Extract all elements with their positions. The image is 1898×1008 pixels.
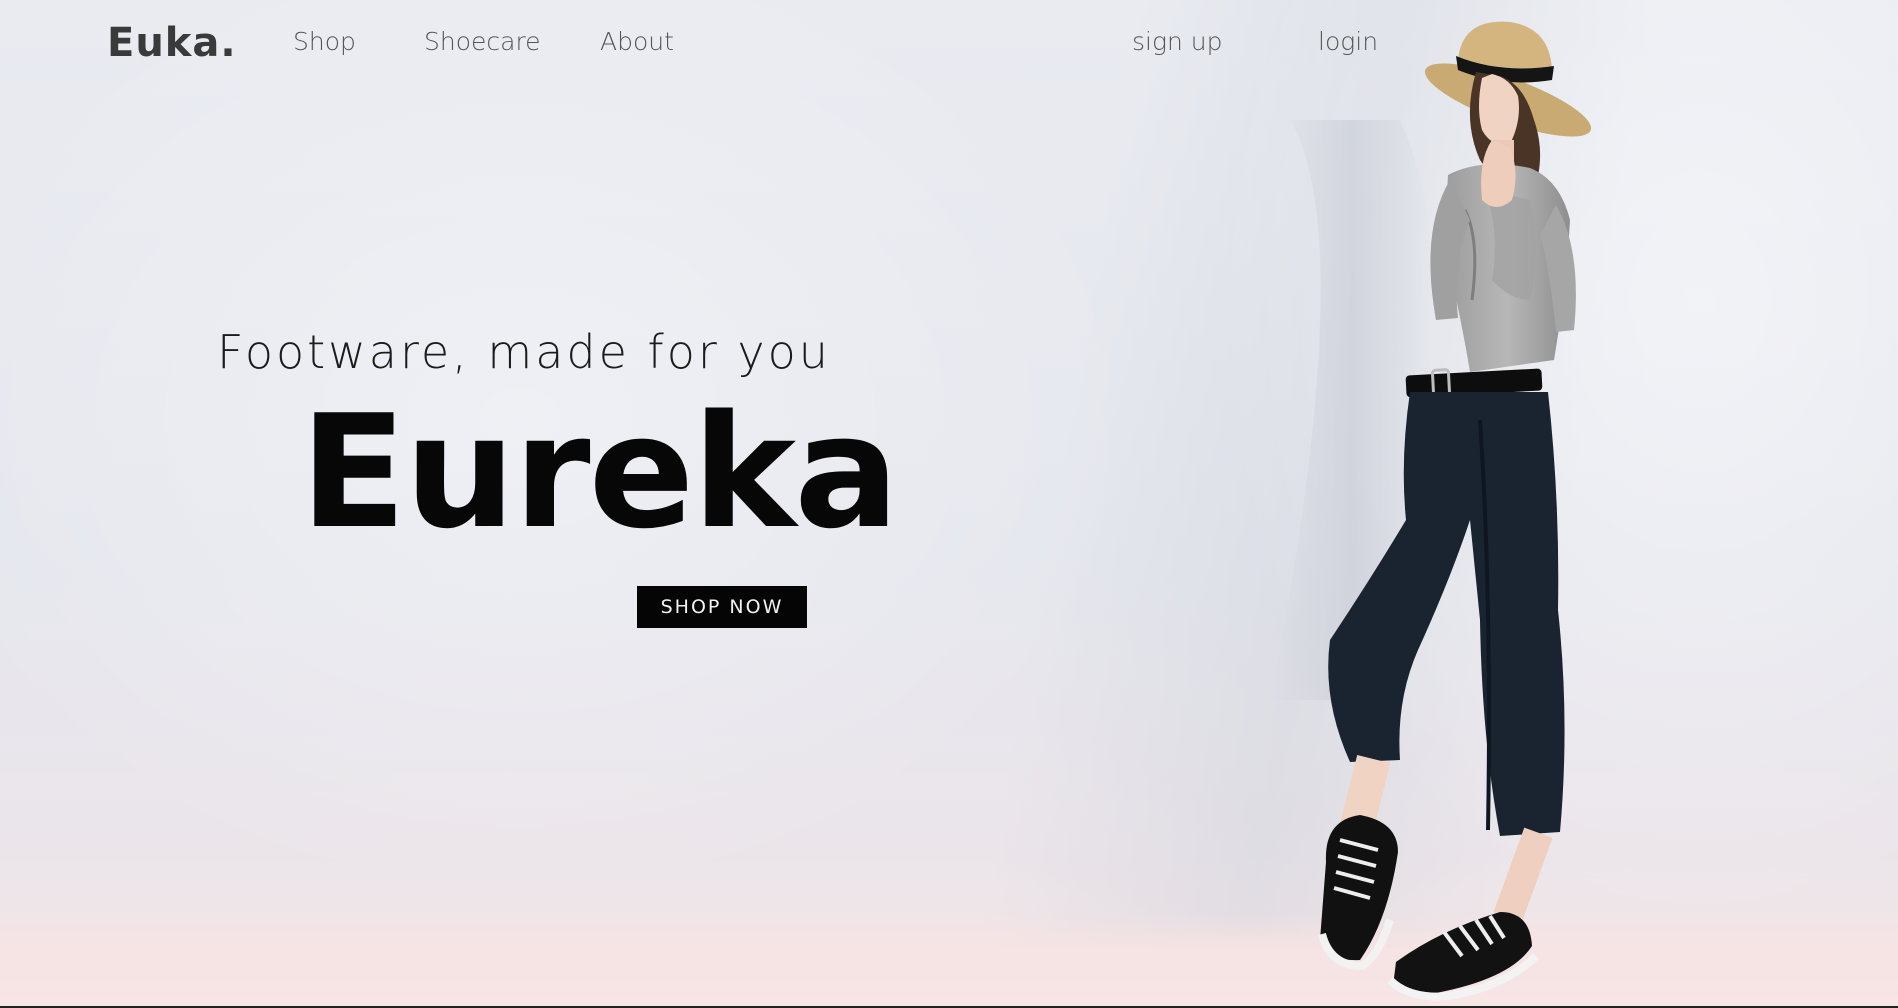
- hero-tagline: Footware, made for you: [217, 325, 831, 379]
- hero-title: Eureka: [300, 381, 899, 563]
- shop-now-button[interactable]: SHOP NOW: [637, 586, 807, 628]
- nav-link-shop[interactable]: Shop: [293, 27, 356, 56]
- signup-link[interactable]: sign up: [1132, 27, 1222, 56]
- brand-logo[interactable]: Euka.: [107, 20, 237, 66]
- nav-link-shoecare[interactable]: Shoecare: [424, 27, 541, 56]
- nav-link-about[interactable]: About: [600, 27, 674, 56]
- hero-model-image: [1270, 21, 1592, 1001]
